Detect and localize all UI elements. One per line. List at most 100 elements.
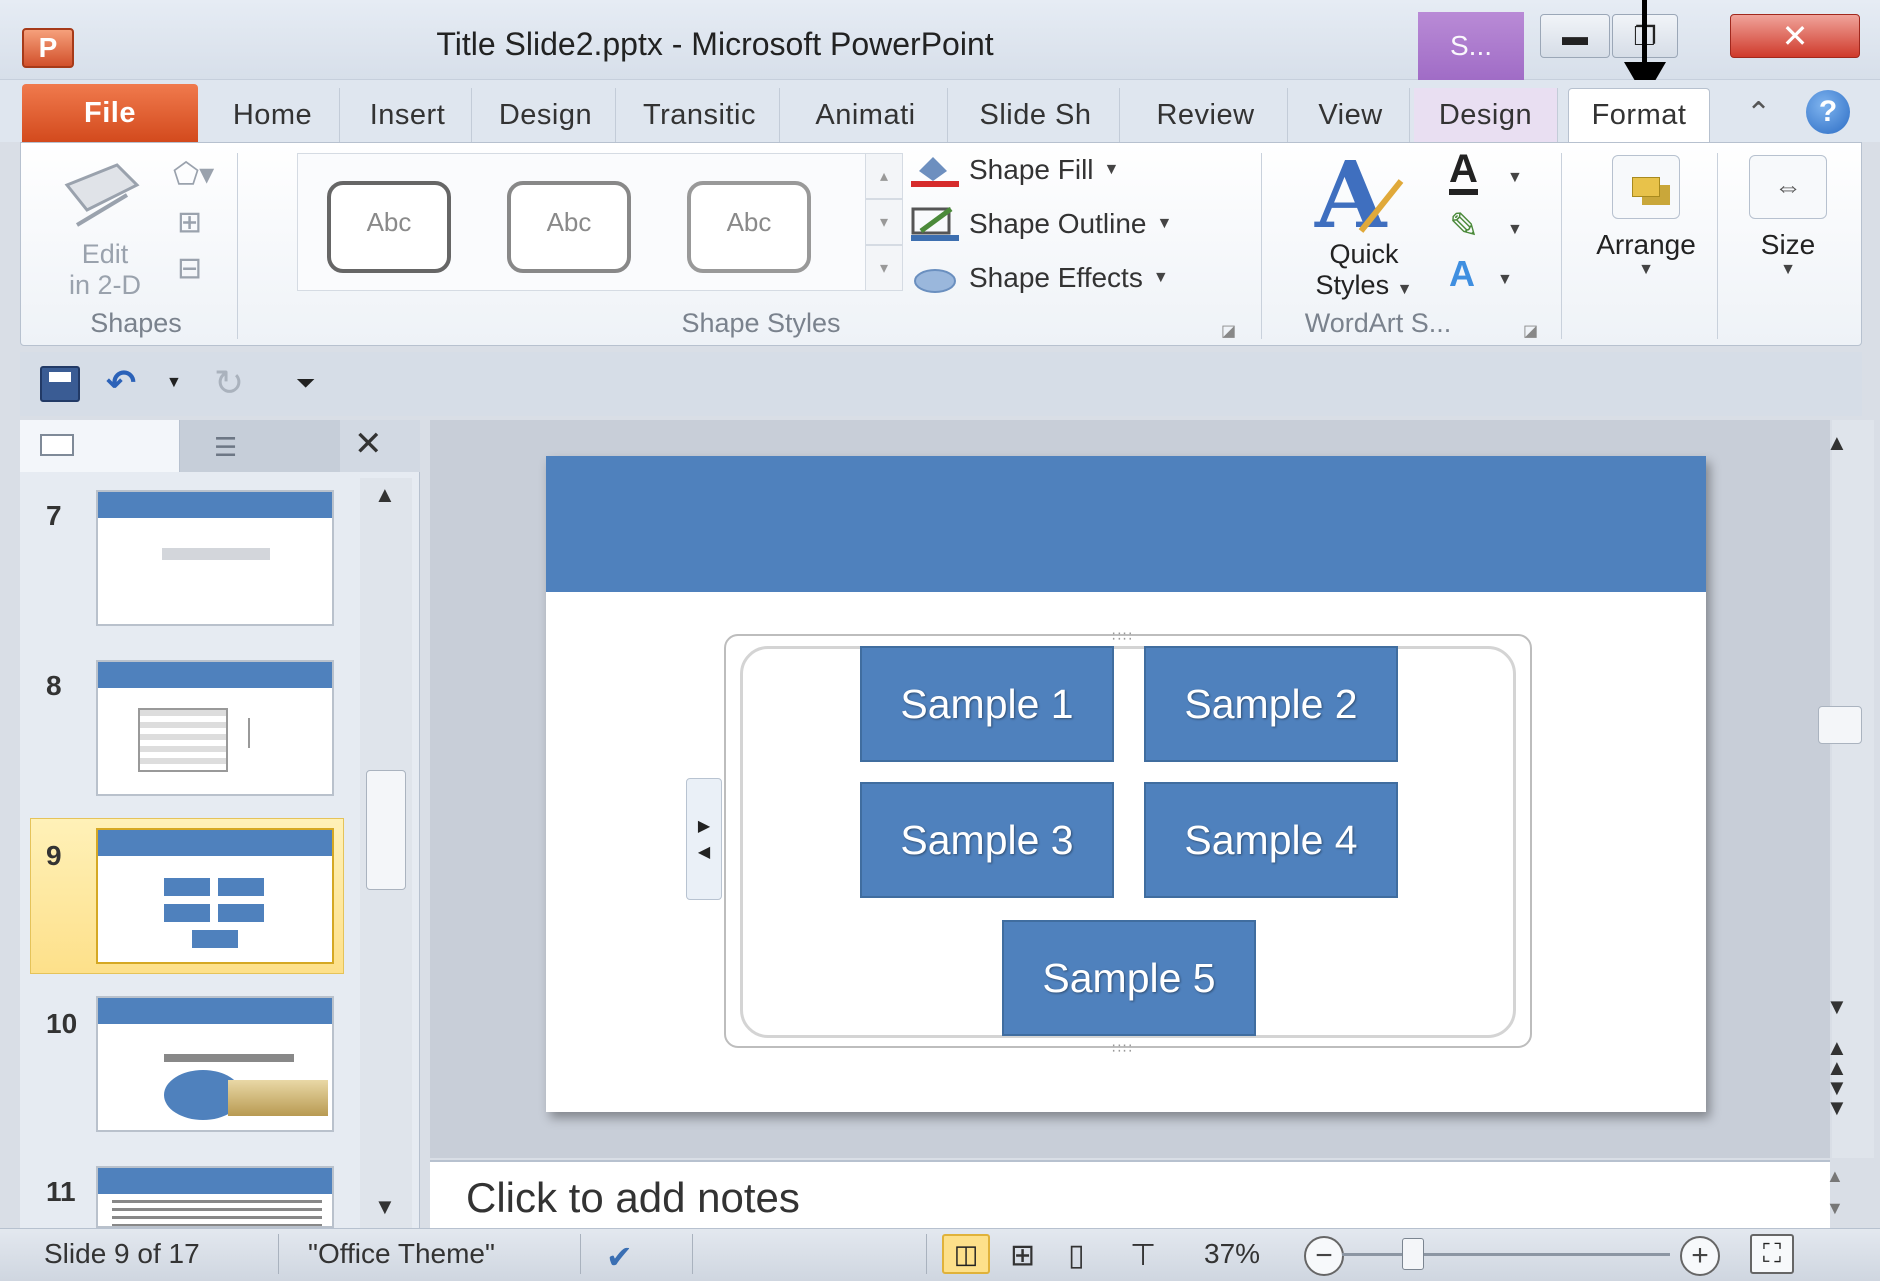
tab-home[interactable]: Home: [206, 88, 340, 142]
text-outline-icon[interactable]: ✎: [1449, 205, 1479, 247]
vertical-scroll-thumb[interactable]: [1818, 706, 1862, 744]
normal-view-icon[interactable]: ◫: [942, 1234, 990, 1274]
shape-fill-button[interactable]: Shape Fill ▼: [911, 153, 1119, 187]
tab-animations[interactable]: Animati: [784, 88, 948, 142]
chevron-down-icon[interactable]: ▼: [1507, 169, 1523, 187]
previous-slide-icon[interactable]: ▲ ▲: [1826, 1037, 1848, 1079]
minimize-icon: ▬: [1562, 20, 1588, 51]
undo-icon[interactable]: ↶: [106, 362, 136, 404]
zoom-out-button[interactable]: −: [1304, 1236, 1344, 1276]
edit-in-2d-line2: in 2-D: [68, 270, 142, 300]
smartart-shape-4[interactable]: Sample 4: [1144, 782, 1398, 898]
smartart-text-pane-toggle[interactable]: ▶ ◀: [686, 778, 722, 900]
scroll-up-icon[interactable]: ▲: [374, 482, 396, 508]
gallery-scroll-down[interactable]: ▾: [865, 199, 903, 245]
smaller-shape-icon[interactable]: ⊟: [177, 251, 202, 286]
slide-thumbnail-8[interactable]: [96, 660, 334, 796]
change-shape-icon[interactable]: ⬠▾: [173, 157, 214, 192]
resize-handle-top[interactable]: ∷∷: [1112, 628, 1134, 645]
scroll-up-icon[interactable]: ▲: [1826, 1166, 1844, 1187]
thumb-header: [98, 492, 332, 518]
text-effects-icon[interactable]: A: [1449, 253, 1475, 295]
tab-review[interactable]: Review: [1124, 88, 1288, 142]
tab-file[interactable]: File: [22, 84, 198, 142]
scroll-down-icon[interactable]: ▼: [1826, 1198, 1844, 1219]
slide-number: 10: [46, 1008, 78, 1039]
slide-thumbnail-7[interactable]: [96, 490, 334, 626]
shapes-group-label: Shapes: [90, 308, 182, 338]
zoom-level[interactable]: 37%: [1204, 1238, 1260, 1270]
resize-handle-bottom[interactable]: ∷∷: [1112, 1040, 1134, 1057]
spell-check-icon[interactable]: ✔: [606, 1238, 633, 1276]
tab-view[interactable]: View: [1292, 88, 1410, 142]
dialog-launcher-icon[interactable]: ◪: [1221, 321, 1236, 341]
thumb-content: [248, 718, 278, 748]
shape-styles-group-label: Shape Styles: [681, 308, 841, 338]
chevron-down-icon: ▼: [1396, 281, 1413, 298]
slide-thumbnail-10[interactable]: [96, 996, 334, 1132]
size-label: Size: [1760, 229, 1816, 260]
tab-outline[interactable]: ☰: [180, 420, 340, 472]
slide-show-view-icon[interactable]: ⊤: [1130, 1238, 1156, 1273]
minimize-button[interactable]: ▬: [1540, 14, 1610, 58]
contextual-tab-group-label: S...: [1418, 12, 1524, 80]
shape-style-option-1[interactable]: Abc: [327, 181, 451, 273]
tab-smartart-design[interactable]: Design: [1414, 88, 1558, 142]
edit-in-2d-icon: [64, 163, 140, 227]
close-button[interactable]: ✕: [1730, 14, 1860, 58]
dialog-launcher-icon[interactable]: ◪: [1523, 321, 1538, 341]
tab-insert[interactable]: Insert: [344, 88, 472, 142]
expand-right-icon: ▶: [697, 818, 711, 835]
tab-transitions[interactable]: Transitic: [620, 88, 780, 142]
customize-qat-icon[interactable]: ⏷: [296, 370, 315, 398]
reading-view-icon[interactable]: ▯: [1068, 1238, 1085, 1273]
group-separator: [1261, 153, 1262, 339]
slides-panel-scroll-thumb[interactable]: [366, 770, 406, 890]
text-fill-icon[interactable]: A: [1449, 149, 1478, 195]
status-separator: [278, 1234, 279, 1274]
redo-icon[interactable]: ↻: [214, 362, 244, 404]
smartart-shape-2[interactable]: Sample 2: [1144, 646, 1398, 762]
scroll-up-icon[interactable]: ▲: [1826, 430, 1848, 456]
help-icon[interactable]: ?: [1806, 90, 1850, 134]
smartart-shape-5[interactable]: Sample 5: [1002, 920, 1256, 1036]
shape-style-option-3[interactable]: Abc: [687, 181, 811, 273]
scroll-down-icon[interactable]: ▼: [374, 1194, 396, 1220]
zoom-in-button[interactable]: +: [1680, 1236, 1720, 1276]
undo-dropdown-icon[interactable]: ▼: [166, 374, 182, 392]
slide-header-band: [546, 456, 1706, 592]
chevron-down-icon[interactable]: ▼: [1507, 221, 1523, 239]
thumb-header: [98, 662, 332, 688]
close-panel-icon[interactable]: ✕: [354, 424, 383, 464]
arrange-button[interactable]: Arrange ▼: [1591, 149, 1701, 299]
zoom-slider-track[interactable]: [1342, 1253, 1670, 1256]
chevron-down-icon[interactable]: ▼: [1497, 271, 1513, 289]
zoom-slider-thumb[interactable]: [1402, 1238, 1424, 1270]
save-icon[interactable]: [40, 366, 80, 402]
tab-slide-show[interactable]: Slide Sh: [952, 88, 1120, 142]
smartart-shape-3[interactable]: Sample 3: [860, 782, 1114, 898]
gallery-more[interactable]: ▾: [865, 245, 903, 291]
tab-slides[interactable]: [20, 420, 180, 472]
fit-to-window-icon[interactable]: ⛶: [1750, 1234, 1794, 1274]
slide-thumbnail-11[interactable]: [96, 1166, 334, 1228]
smartart-shape-1[interactable]: Sample 1: [860, 646, 1114, 762]
tab-format[interactable]: Format: [1568, 88, 1710, 142]
next-slide-icon[interactable]: ▼ ▼: [1826, 1077, 1848, 1119]
tab-design[interactable]: Design: [476, 88, 616, 142]
gallery-scroll-up[interactable]: ▴: [865, 153, 903, 199]
scroll-down-icon[interactable]: ▼: [1826, 994, 1848, 1020]
edit-in-2d-button[interactable]: Edit in 2-D: [55, 239, 155, 301]
thumb-shape: [192, 930, 238, 948]
slide-sorter-view-icon[interactable]: ⊞: [1010, 1238, 1035, 1273]
slide-thumbnail-9[interactable]: [96, 828, 334, 964]
shape-effects-button[interactable]: Shape Effects ▼: [911, 261, 1169, 295]
shape-outline-button[interactable]: Shape Outline ▼: [911, 207, 1172, 241]
notes-placeholder[interactable]: Click to add notes: [466, 1174, 800, 1222]
collapse-left-icon: ◀: [697, 844, 711, 861]
larger-shape-icon[interactable]: ⊞: [177, 205, 202, 240]
minimize-ribbon-icon[interactable]: ⌃: [1746, 96, 1771, 131]
shape-style-option-2[interactable]: Abc: [507, 181, 631, 273]
quick-styles-button[interactable]: Quick Styles ▼: [1289, 239, 1439, 305]
size-button[interactable]: ⇔ Size ▼: [1733, 149, 1843, 299]
